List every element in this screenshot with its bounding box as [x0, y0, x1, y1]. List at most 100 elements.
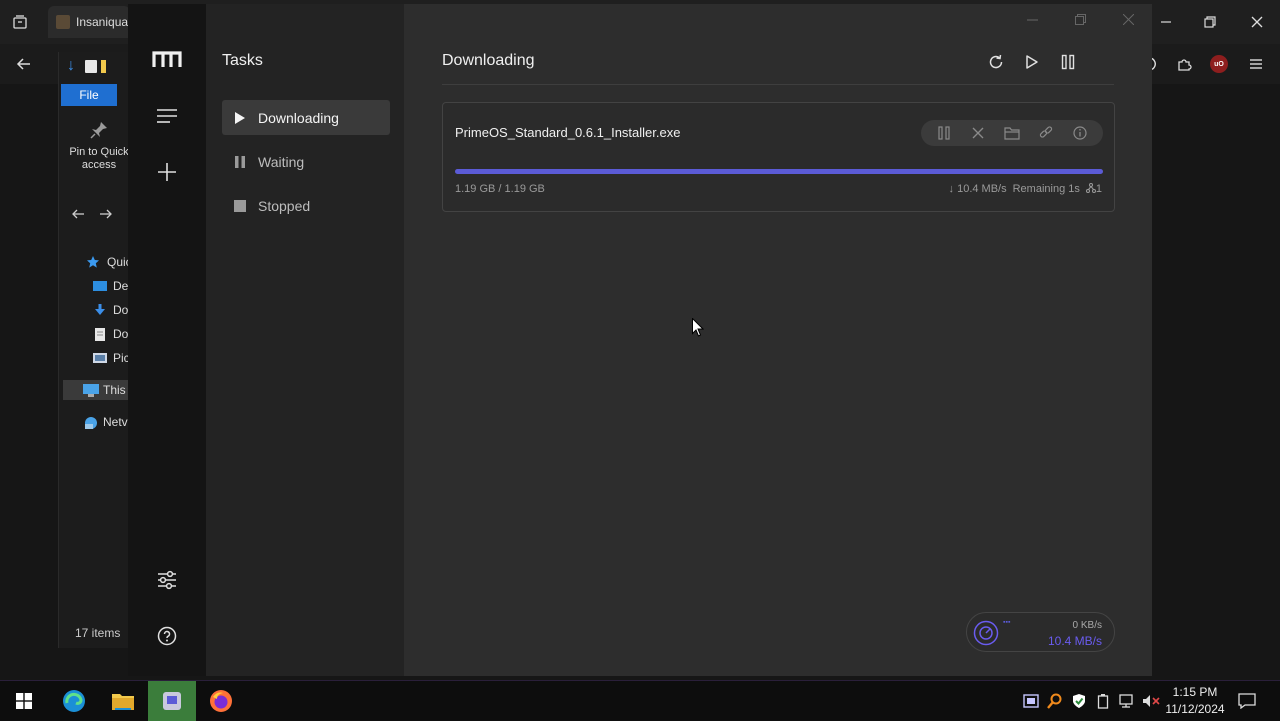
sidebar-title: Tasks	[222, 52, 263, 69]
tree-item-desktop[interactable]: De	[93, 276, 128, 296]
speedometer-mini-graph: ▪▪▪	[1003, 619, 1011, 626]
app-logo-icon	[152, 44, 182, 74]
add-task-icon[interactable]	[152, 157, 182, 187]
explorer-status-count: 17 items	[75, 626, 121, 640]
quick-access-toolbar: ↓	[67, 58, 106, 74]
progress-bar	[455, 169, 1103, 174]
tree-item-downloads[interactable]: Do	[93, 300, 128, 320]
explorer-back-icon[interactable]	[71, 207, 85, 221]
mouse-cursor-icon	[692, 318, 704, 337]
nav-label: Downloading	[258, 109, 339, 126]
task-sidebar: Tasks Downloading Waiting Stopped	[206, 4, 404, 676]
network-tray-icon[interactable]	[1118, 692, 1136, 710]
browser-menu-icon[interactable]	[1242, 50, 1270, 78]
tree-label: This	[103, 383, 126, 397]
browser-tab-title: Insaniqua	[76, 15, 129, 29]
extensions-puzzle-icon[interactable]	[1170, 50, 1198, 78]
tree-label: Netv	[103, 415, 128, 429]
speedometer-icon	[973, 620, 999, 646]
tree-item-quick-access[interactable]: Quic	[87, 252, 132, 272]
task-info-icon[interactable]	[1068, 121, 1092, 145]
task-toolbar	[982, 48, 1082, 76]
nav-item-downloading[interactable]: Downloading	[222, 100, 390, 135]
pause-all-icon[interactable]	[1054, 48, 1082, 76]
download-speed-total: 10.4 MB/s	[1047, 634, 1102, 648]
nav-item-waiting[interactable]: Waiting	[222, 144, 390, 179]
nav-label: Stopped	[258, 197, 311, 214]
tray-search-icon[interactable]	[1046, 692, 1064, 710]
ublock-origin-icon[interactable]: uO	[1210, 55, 1228, 73]
tab-overview-icon[interactable]	[6, 8, 34, 36]
copy-link-icon[interactable]	[1034, 121, 1058, 145]
pause-icon	[234, 155, 246, 169]
connections-count: 1	[1085, 183, 1102, 195]
tab-favicon-icon	[56, 15, 70, 29]
task-stats: ↓ 10.4 MB/s Remaining 1s 1	[949, 183, 1102, 195]
volume-muted-icon[interactable]	[1142, 692, 1160, 710]
back-arrow-icon[interactable]	[10, 50, 38, 78]
pin-to-quick-access-button[interactable]: Pin to Quick access	[59, 120, 139, 172]
tray-app-icon[interactable]	[1022, 692, 1040, 710]
edge-browser-icon[interactable]	[50, 681, 98, 721]
browser-restore-icon[interactable]	[1196, 8, 1224, 36]
download-icon	[93, 304, 107, 316]
tree-item-documents[interactable]: Do	[93, 324, 128, 344]
folder-icon[interactable]	[101, 59, 106, 73]
delete-task-icon[interactable]	[966, 121, 990, 145]
computer-icon	[83, 384, 99, 397]
star-icon	[87, 256, 101, 268]
play-icon	[234, 111, 246, 125]
browser-tab[interactable]: Insaniqua	[48, 6, 130, 38]
taskbar-clock[interactable]: 1:15 PM 11/12/2024	[1160, 684, 1230, 718]
start-windows-icon[interactable]	[0, 681, 48, 721]
help-icon[interactable]	[152, 621, 182, 651]
tree-label: Do	[113, 303, 129, 317]
tree-label: De	[113, 279, 129, 293]
maximize-icon[interactable]	[1056, 4, 1104, 34]
nav-item-stopped[interactable]: Stopped	[222, 188, 390, 223]
explorer-forward-icon[interactable]	[99, 207, 113, 221]
file-explorer-icon[interactable]	[99, 681, 147, 721]
browser-close-icon[interactable]	[1243, 8, 1271, 36]
close-icon[interactable]	[1104, 4, 1152, 34]
task-item[interactable]: PrimeOS_Standard_0.6.1_Installer.exe 1.1…	[442, 102, 1115, 212]
motrix-taskbar-icon[interactable]	[148, 681, 196, 721]
pictures-icon	[93, 352, 107, 364]
battery-icon[interactable]	[1094, 692, 1112, 710]
download-manager-window: Tasks Downloading Waiting Stopped Downlo…	[128, 4, 1152, 676]
remaining-time: Remaining 1s	[1012, 183, 1080, 195]
pin-icon	[89, 120, 109, 140]
network-icon	[83, 416, 97, 429]
open-folder-icon[interactable]	[1000, 121, 1024, 145]
connections-value: 1	[1095, 183, 1102, 195]
browser-minimize-icon[interactable]	[1152, 8, 1180, 36]
app-icon-rail	[128, 4, 206, 676]
firefox-icon[interactable]	[197, 681, 245, 721]
preferences-sliders-icon[interactable]	[152, 565, 182, 595]
tree-item-pictures[interactable]: Pic	[93, 348, 130, 368]
clock-date: 11/12/2024	[1165, 702, 1225, 716]
download-arrow-icon[interactable]: ↓	[67, 58, 81, 74]
tree-item-network[interactable]: Netv	[83, 412, 128, 432]
upload-speed: 0 KB/s	[1072, 620, 1102, 631]
speed-value: 10.4 MB/s	[957, 183, 1007, 195]
task-filename: PrimeOS_Standard_0.6.1_Installer.exe	[455, 125, 681, 140]
explorer-nav-arrows	[71, 207, 113, 221]
task-size: 1.19 GB / 1.19 GB	[455, 183, 545, 195]
pause-task-icon[interactable]	[932, 121, 956, 145]
properties-icon[interactable]	[85, 59, 97, 73]
speedometer[interactable]: ▪▪▪ 0 KB/s 10.4 MB/s	[966, 612, 1115, 652]
windows-security-icon[interactable]	[1070, 692, 1088, 710]
page-title: Downloading	[442, 52, 535, 69]
connections-icon	[1085, 183, 1096, 193]
desktop-icon	[93, 280, 107, 292]
minimize-icon[interactable]	[1008, 4, 1056, 34]
file-ribbon-tab[interactable]: File	[61, 84, 117, 106]
refresh-icon[interactable]	[982, 48, 1010, 76]
notifications-icon[interactable]	[1238, 692, 1256, 710]
document-icon	[93, 328, 107, 341]
menu-icon[interactable]	[152, 101, 182, 131]
task-list-panel: Downloading PrimeOS_Standard_0.6.1_Insta…	[404, 4, 1152, 676]
pin-label: Pin to Quick access	[69, 146, 129, 171]
resume-all-icon[interactable]	[1018, 48, 1046, 76]
